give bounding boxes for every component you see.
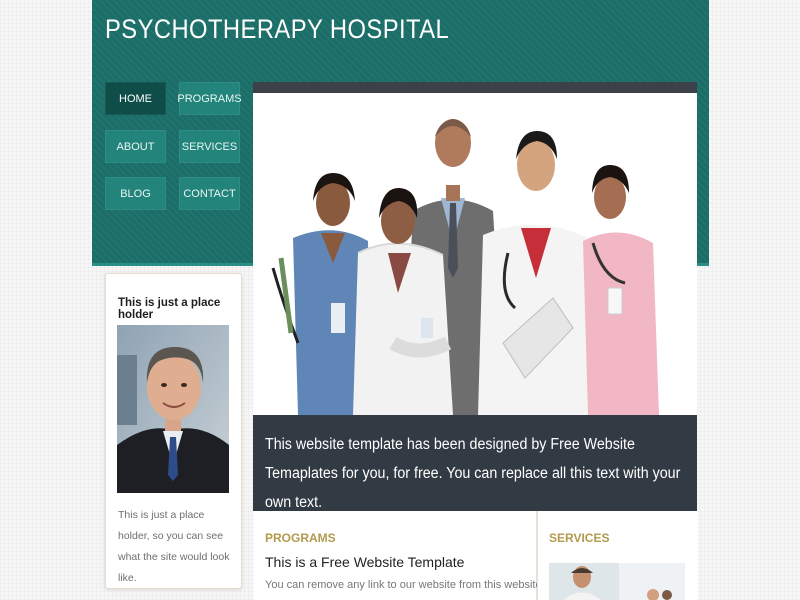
sidebar-title: This is just a place holder xyxy=(118,297,221,321)
programs-section: PROGRAMS This is a Free Website Template… xyxy=(253,511,590,600)
nav-about[interactable]: ABOUT xyxy=(105,130,166,163)
nav-home[interactable]: HOME xyxy=(105,82,166,115)
profile-photo xyxy=(117,325,229,493)
hero-caption: This website template has been designed … xyxy=(253,415,697,511)
services-section: SERVICES xyxy=(537,511,698,600)
slider-top-bar xyxy=(253,82,697,93)
nav-services[interactable]: SERVICES xyxy=(179,130,240,163)
programs-heading: PROGRAMS xyxy=(265,531,336,545)
hero-caption-text: This website template has been designed … xyxy=(265,436,681,511)
sidebar-card: This is just a place holder This is just… xyxy=(105,273,242,589)
article-title[interactable]: This is a Free Website Template xyxy=(265,554,464,570)
sidebar-text: This is just a place holder, so you can … xyxy=(118,509,230,584)
nav-programs[interactable]: PROGRAMS xyxy=(177,82,242,115)
services-photo xyxy=(549,563,685,600)
article-text: You can remove any link to our website f… xyxy=(265,579,590,591)
nav-blog[interactable]: BLOG xyxy=(105,177,166,210)
site-title[interactable]: PSYCHOTHERAPY HOSPITAL xyxy=(105,14,449,45)
services-heading: SERVICES xyxy=(549,531,610,545)
hero-image xyxy=(253,93,697,415)
nav-contact[interactable]: CONTACT xyxy=(179,177,240,210)
